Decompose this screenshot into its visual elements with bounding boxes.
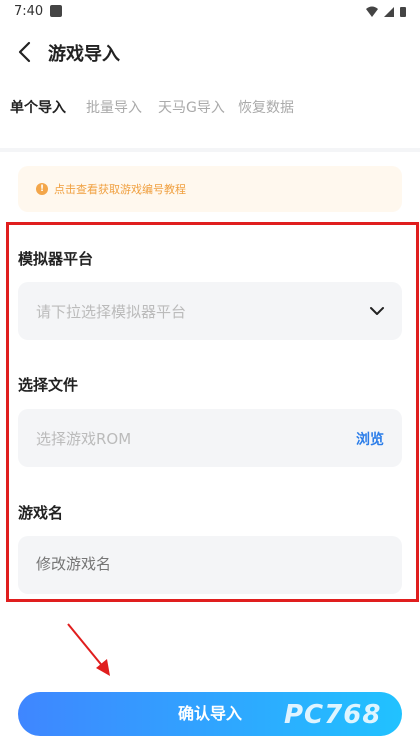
- status-icons: [366, 6, 406, 17]
- page-title: 游戏导入: [48, 44, 120, 65]
- import-form: ! 点击查看获取游戏编号教程 模拟器平台 请下拉选择模拟器平台 选择文件 选择游…: [0, 152, 420, 682]
- tab-single-import[interactable]: 单个导入: [10, 97, 66, 117]
- watermark: PC768: [284, 700, 382, 730]
- tab-restore-data[interactable]: 恢复数据: [238, 97, 294, 117]
- annotation-arrow: [67, 623, 110, 676]
- browse-button[interactable]: 浏览: [356, 429, 384, 449]
- status-bar: 7:40: [0, 0, 420, 26]
- platform-label: 模拟器平台: [18, 250, 94, 268]
- chevron-down-icon: [370, 307, 384, 315]
- info-icon: !: [36, 183, 48, 195]
- tab-bar: 单个导入 批量导入 天马G导入 恢复数据: [0, 78, 420, 148]
- platform-select[interactable]: 请下拉选择模拟器平台: [18, 282, 402, 340]
- file-placeholder: 选择游戏ROM: [36, 430, 132, 448]
- file-picker[interactable]: 选择游戏ROM 浏览: [18, 409, 402, 467]
- file-label: 选择文件: [18, 376, 79, 394]
- notification-icon: [50, 5, 62, 17]
- game-name-field[interactable]: [18, 536, 402, 594]
- platform-placeholder: 请下拉选择模拟器平台: [36, 303, 187, 321]
- game-name-input[interactable]: [36, 555, 336, 573]
- back-arrow-icon[interactable]: [12, 38, 40, 66]
- tutorial-notice[interactable]: ! 点击查看获取游戏编号教程: [18, 166, 402, 212]
- tab-tianma-import[interactable]: 天马G导入: [158, 97, 225, 117]
- header: 游戏导入: [0, 26, 420, 78]
- game-name-label: 游戏名: [18, 504, 64, 522]
- tab-batch-import[interactable]: 批量导入: [86, 97, 142, 117]
- status-time: 7:40: [14, 4, 44, 19]
- notice-text: 点击查看获取游戏编号教程: [54, 183, 186, 196]
